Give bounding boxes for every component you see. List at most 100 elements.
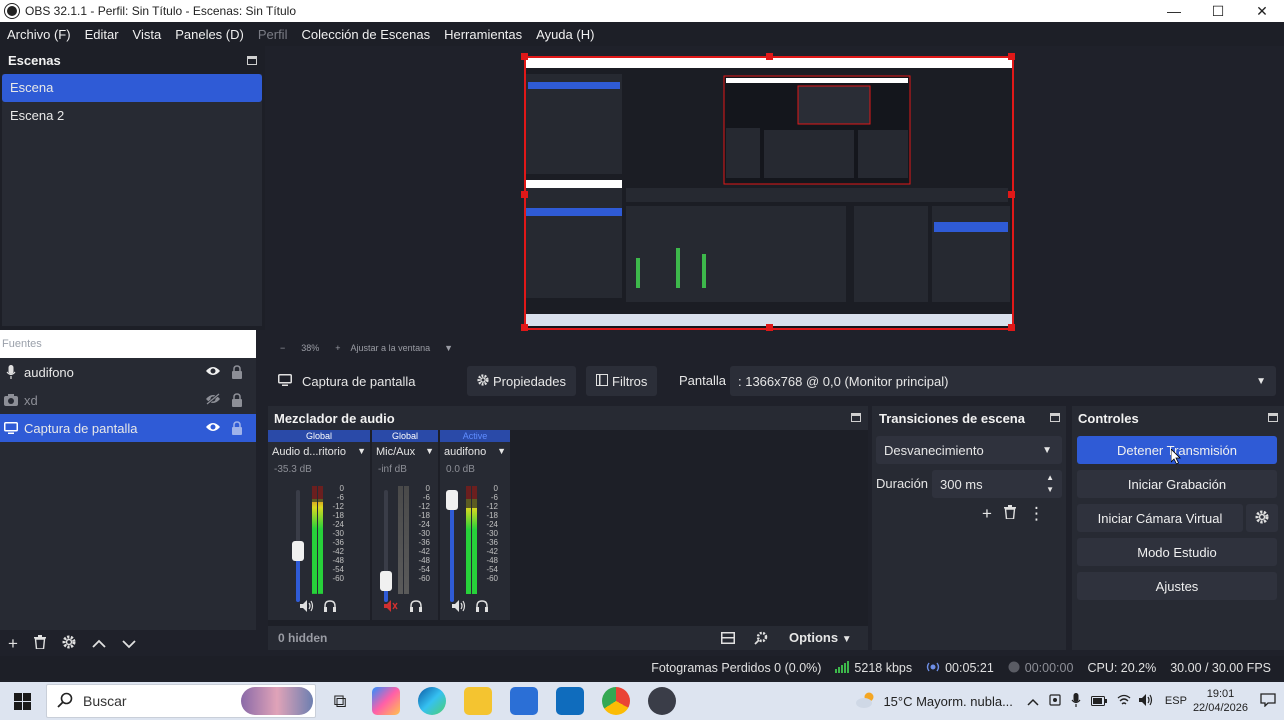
display-select[interactable]: : 1366x768 @ 0,0 (Monitor principal) ▼ (730, 366, 1276, 396)
menu-perfil[interactable]: Perfil (258, 27, 288, 42)
scene-item-escena[interactable]: Escena (2, 74, 262, 102)
trash-icon[interactable] (33, 634, 46, 654)
resize-handle[interactable] (521, 324, 528, 331)
eye-off-icon[interactable] (205, 393, 221, 408)
eye-icon[interactable] (205, 365, 221, 380)
lock-icon[interactable] (231, 393, 243, 410)
clock[interactable]: 19:01 22/04/2026 (1193, 687, 1248, 715)
fit-to-window-button[interactable]: Ajustar a la ventana (351, 343, 431, 353)
menu-paneles[interactable]: Paneles (D) (175, 27, 244, 42)
lock-icon[interactable] (231, 365, 243, 382)
obs-icon[interactable] (648, 687, 676, 715)
chevron-up-icon[interactable] (1027, 694, 1039, 709)
volume-slider-handle[interactable] (292, 540, 304, 561)
file-explorer-icon[interactable] (464, 687, 492, 715)
speaker-muted-icon[interactable] (384, 600, 398, 615)
volume-slider[interactable] (380, 490, 392, 602)
weather-icon[interactable] (855, 691, 877, 712)
notification-icon[interactable] (1260, 692, 1276, 710)
resize-handle[interactable] (1008, 53, 1015, 60)
gear-icon[interactable] (62, 634, 76, 654)
preview-canvas[interactable] (521, 53, 1015, 331)
transition-type-select[interactable]: Desvanecimiento ▼ (876, 436, 1062, 464)
controls-dock: Controles Detener Transmisión Iniciar Gr… (1072, 406, 1284, 650)
channel-tag: Active (440, 430, 510, 442)
outlook-icon[interactable] (556, 687, 584, 715)
more-options-icon[interactable]: ⋮ (1028, 504, 1045, 524)
source-item-audifono[interactable]: audifono (0, 358, 256, 386)
undock-icon[interactable] (1268, 413, 1278, 422)
wifi-icon[interactable] (1117, 694, 1131, 709)
minimize-button[interactable]: — (1152, 0, 1196, 22)
resize-handle[interactable] (521, 53, 528, 60)
resize-handle[interactable] (766, 53, 773, 60)
microphone-icon[interactable] (1071, 692, 1081, 710)
language-indicator[interactable]: ESP (1165, 695, 1187, 707)
headphones-icon[interactable] (476, 600, 488, 615)
headphones-icon[interactable] (324, 600, 336, 615)
menu-coleccion-escenas[interactable]: Colección de Escenas (301, 27, 430, 42)
resize-handle[interactable] (766, 324, 773, 331)
speaker-icon[interactable] (300, 600, 314, 615)
copilot-icon[interactable] (372, 687, 400, 715)
resize-handle[interactable] (521, 191, 528, 198)
undock-icon[interactable] (247, 56, 257, 65)
taskbar-search-box[interactable]: Buscar (46, 684, 316, 718)
menu-vista[interactable]: Vista (133, 27, 162, 42)
weather-text[interactable]: 15°C Mayorm. nubla... (883, 694, 1012, 709)
headphones-icon[interactable] (410, 600, 422, 615)
channel-name-dropdown[interactable]: Audio d...ritorio ▼ (268, 446, 370, 458)
maximize-button[interactable]: ☐ (1196, 0, 1240, 22)
volume-icon[interactable] (1138, 693, 1153, 709)
windows-start-icon[interactable] (14, 693, 31, 710)
channel-name-dropdown[interactable]: Mic/Aux ▼ (372, 446, 438, 458)
scene-item-escena-2[interactable]: Escena 2 (2, 102, 262, 130)
menu-editar[interactable]: Editar (85, 27, 119, 42)
start-recording-button[interactable]: Iniciar Grabación (1077, 470, 1277, 498)
chrome-icon[interactable] (602, 687, 630, 715)
volume-slider-handle[interactable] (446, 490, 458, 510)
channel-name-dropdown[interactable]: audifono ▼ (440, 446, 510, 458)
undock-icon[interactable] (851, 413, 861, 422)
menu-archivo[interactable]: Archivo (F) (7, 27, 71, 42)
speaker-icon[interactable] (452, 600, 466, 615)
zoom-out-button[interactable]: − (280, 343, 285, 353)
menu-ayuda[interactable]: Ayuda (H) (536, 27, 594, 42)
source-item-captura-de-pantalla[interactable]: Captura de pantalla (0, 414, 256, 442)
volume-slider-handle[interactable] (380, 570, 392, 591)
add-source-icon[interactable]: + (8, 634, 18, 654)
virtual-camera-settings-button[interactable] (1246, 504, 1278, 532)
duration-input[interactable]: 300 ms ▲ ▼ (932, 470, 1062, 498)
edge-icon[interactable] (418, 687, 446, 715)
options-button[interactable]: Options ▼ (789, 630, 852, 645)
resize-handle[interactable] (1008, 191, 1015, 198)
source-item-xd[interactable]: xd (0, 386, 256, 414)
chevron-down-icon[interactable] (122, 634, 136, 654)
undock-icon[interactable] (1050, 413, 1060, 422)
windows-taskbar: Buscar ⧉ 15°C Mayorm. nubla... ESP 19:01… (0, 682, 1284, 720)
studio-mode-button[interactable]: Modo Estudio (1077, 538, 1277, 566)
volume-slider[interactable] (446, 490, 458, 602)
mixer-settings-icon[interactable] (754, 631, 768, 648)
battery-icon[interactable] (1090, 694, 1107, 709)
zoom-in-button[interactable]: + (335, 343, 340, 353)
add-transition-icon[interactable]: + (982, 504, 992, 524)
settings-button[interactable]: Ajustes (1077, 572, 1277, 600)
properties-button[interactable]: Propiedades (467, 366, 576, 396)
start-virtual-camera-button[interactable]: Iniciar Cámara Virtual (1077, 504, 1243, 532)
trash-icon[interactable] (1003, 504, 1016, 524)
layout-icon[interactable] (721, 632, 735, 647)
chevron-up-icon[interactable] (92, 634, 106, 654)
close-button[interactable]: ✕ (1240, 0, 1284, 22)
filters-button[interactable]: Filtros (586, 366, 658, 396)
store-icon[interactable] (510, 687, 538, 715)
chevron-down-icon[interactable]: ▼ (444, 343, 453, 353)
resize-handle[interactable] (1008, 324, 1015, 331)
task-view-icon[interactable]: ⧉ (326, 687, 354, 715)
volume-slider[interactable] (292, 490, 304, 602)
eye-icon[interactable] (205, 421, 221, 436)
menu-herramientas[interactable]: Herramientas (444, 27, 522, 42)
spin-arrows-icon[interactable]: ▲ ▼ (1046, 472, 1054, 496)
lock-icon[interactable] (231, 421, 243, 438)
webcam-icon[interactable] (1049, 693, 1061, 709)
